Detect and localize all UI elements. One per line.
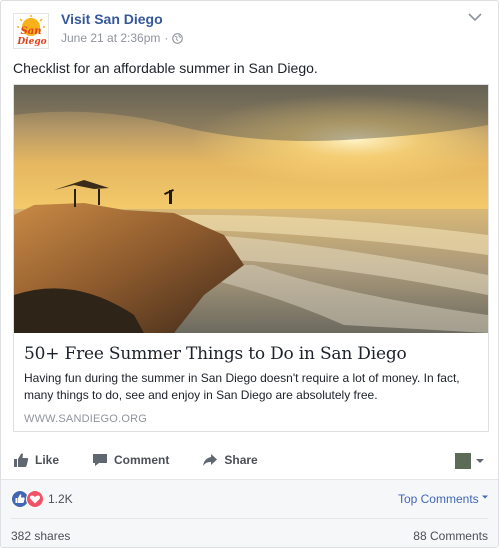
like-button[interactable]: Like bbox=[13, 452, 59, 468]
post-actions: Like Comment Share bbox=[13, 445, 489, 475]
footer-divider bbox=[11, 518, 488, 519]
page-avatar[interactable]: San Diego bbox=[13, 13, 49, 49]
top-comments-label: Top Comments bbox=[397, 492, 479, 506]
link-domain: WWW.SANDIEGO.ORG bbox=[24, 413, 147, 425]
comment-label: Comment bbox=[114, 453, 170, 467]
san-diego-logo-icon: San Diego bbox=[16, 15, 47, 47]
link-preview-card[interactable]: 50+ Free Summer Things to Do in San Dieg… bbox=[13, 84, 489, 432]
share-icon bbox=[203, 454, 218, 466]
page-name-link[interactable]: Visit San Diego bbox=[61, 11, 163, 27]
link-preview-body: 50+ Free Summer Things to Do in San Dieg… bbox=[14, 333, 488, 431]
chevron-down-icon[interactable] bbox=[467, 11, 483, 23]
viewer-identity-select[interactable] bbox=[455, 453, 485, 469]
like-label: Like bbox=[35, 453, 60, 467]
top-comments-dropdown[interactable]: Top Comments bbox=[398, 492, 488, 506]
comment-icon bbox=[93, 454, 108, 466]
chevron-down-icon bbox=[482, 495, 488, 499]
like-icon bbox=[14, 453, 29, 467]
globe-icon[interactable] bbox=[172, 32, 184, 44]
post-card: San Diego Visit San Diego June 21 at 2:3… bbox=[0, 0, 499, 548]
love-reaction-icon bbox=[26, 490, 44, 508]
reactions-summary[interactable]: 1.2K Top Comments bbox=[11, 488, 488, 510]
post-timestamp[interactable]: June 21 at 2:36pm bbox=[61, 31, 160, 45]
chevron-down-icon bbox=[476, 459, 484, 463]
post-meta: June 21 at 2:36pm · bbox=[61, 31, 184, 45]
svg-text:San: San bbox=[21, 26, 42, 37]
meta-separator: · bbox=[164, 31, 169, 45]
link-description: Having fun during the summer in San Dieg… bbox=[24, 371, 460, 402]
share-button[interactable]: Share bbox=[202, 452, 258, 468]
share-label: Share bbox=[224, 453, 258, 467]
post-header: San Diego Visit San Diego June 21 at 2:3… bbox=[13, 9, 483, 49]
svg-text:Diego: Diego bbox=[16, 37, 46, 47]
link-preview-image[interactable] bbox=[14, 85, 488, 333]
comments-count[interactable]: 88 Comments bbox=[413, 529, 488, 543]
reaction-count[interactable]: 1.2K bbox=[48, 492, 73, 506]
shares-count[interactable]: 382 shares bbox=[11, 529, 70, 543]
link-title[interactable]: 50+ Free Summer Things to Do in San Dieg… bbox=[24, 343, 478, 365]
post-message: Checklist for an affordable summer in Sa… bbox=[13, 60, 318, 76]
avatar bbox=[455, 453, 471, 469]
post-footer: 1.2K Top Comments 382 shares 88 Comments bbox=[1, 479, 498, 547]
reaction-icons bbox=[11, 490, 44, 508]
comment-button[interactable]: Comment bbox=[92, 452, 169, 468]
